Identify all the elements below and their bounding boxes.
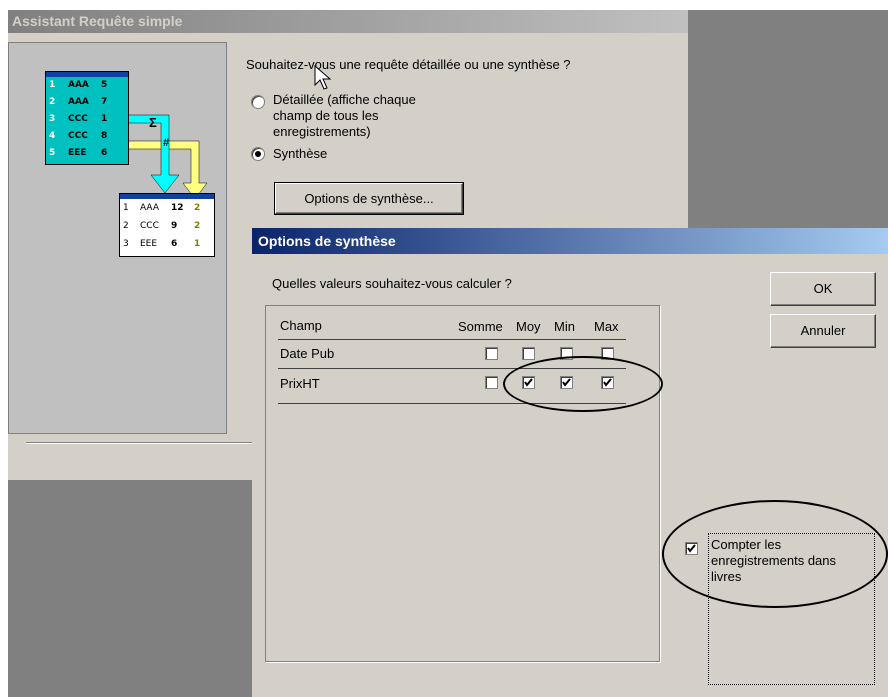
result-cell-s: 9 [171,221,178,231]
row-field-datepub: Date Pub [280,346,335,361]
prixht-somme-checkbox[interactable] [485,376,498,389]
sigma-label: Σ [149,115,157,130]
source-cell-k: CCC [68,114,88,124]
row-field-prixht: PrixHT [280,376,320,391]
source-cell-v: 8 [101,131,108,141]
source-cell-k: CCC [68,131,88,141]
result-cell-k: EEE [140,239,158,249]
source-cell-v: 1 [101,114,108,124]
source-cell-n: 4 [49,131,56,141]
source-cell-n: 3 [49,114,56,124]
header-min: Min [554,319,575,334]
summary-options-button[interactable]: Options de synthèse... [274,182,464,215]
source-table-row: 1 AAA 5 [46,77,128,94]
dialog-question: Quelles valeurs souhaitez-vous calculer … [272,276,512,291]
header-max: Max [594,319,619,334]
source-cell-n: 2 [49,97,56,107]
header-champ: Champ [280,318,322,333]
source-cell-k: AAA [68,97,89,107]
source-cell-v: 6 [101,148,108,158]
source-table-row: 4 CCC 8 [46,128,128,145]
source-cell-n: 1 [49,80,56,90]
source-table: 1 AAA 5 2 AAA 7 3 CCC 1 4 CCC 8 5 EEE 6 [45,71,129,165]
header-moy: Moy [516,319,541,334]
source-cell-v: 7 [101,97,108,107]
hash-label: # [163,137,170,149]
summary-radio-label[interactable]: Synthèse [273,146,327,161]
mouse-cursor-icon [314,65,332,90]
desktop-background-left [8,480,252,697]
result-cell-s: 12 [171,203,184,213]
wizard-illustration: 1 AAA 5 2 AAA 7 3 CCC 1 4 CCC 8 5 EEE 6 Σ # 1 AAA 12 2 2 CC… [8,42,227,434]
result-cell-c: 2 [194,203,201,213]
wizard-question: Souhaitez-vous une requête détaillée ou … [246,57,571,72]
result-table: 1 AAA 12 2 2 CCC 9 2 3 EEE 6 1 [119,193,215,257]
source-table-row: 3 CCC 1 [46,111,128,128]
datepub-somme-checkbox[interactable] [485,347,498,360]
result-cell-k: AAA [140,203,159,213]
wizard-title: Assistant Requête simple [8,10,688,33]
cancel-button[interactable]: Annuler [770,314,876,348]
header-somme: Somme [458,319,503,334]
source-cell-v: 5 [101,80,108,90]
header-divider [278,339,626,340]
summary-radio[interactable] [251,147,265,161]
result-table-row: 2 CCC 9 2 [120,217,214,235]
source-cell-n: 5 [49,148,56,158]
annotation-ellipse-checkboxes [503,356,663,412]
datepub-moy-checkbox[interactable] [522,347,535,360]
source-cell-k: EEE [68,148,87,158]
result-table-row: 1 AAA 12 2 [120,199,214,217]
source-table-row: 2 AAA 7 [46,94,128,111]
result-cell-n: 2 [123,221,129,231]
source-cell-k: AAA [68,80,89,90]
desktop-background-right [688,10,888,230]
result-cell-s: 6 [171,239,178,249]
detail-radio[interactable] [251,95,265,109]
dialog-title: Options de synthèse [252,228,888,254]
wizard-separator [26,442,252,444]
ok-button[interactable]: OK [770,272,876,306]
result-cell-c: 2 [194,221,201,231]
result-cell-n: 1 [123,203,129,213]
result-cell-n: 3 [123,239,129,249]
annotation-ellipse-count [662,500,888,608]
result-cell-c: 1 [194,239,201,249]
result-table-row: 3 EEE 6 1 [120,235,214,253]
source-table-row: 5 EEE 6 [46,145,128,162]
result-cell-k: CCC [140,221,159,231]
detail-radio-label[interactable]: Détaillée (affiche chaque champ de tous … [273,92,423,140]
